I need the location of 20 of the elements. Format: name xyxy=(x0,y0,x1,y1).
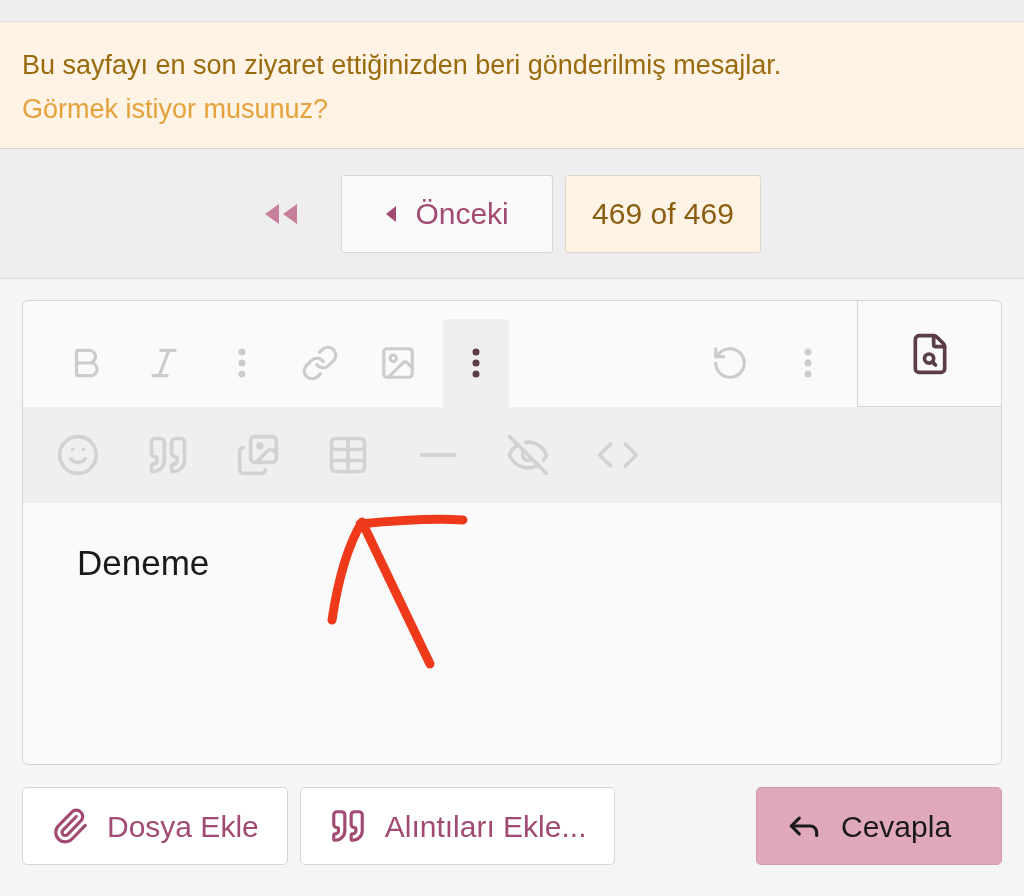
eye-off-icon xyxy=(506,433,550,477)
caret-left-icon xyxy=(385,204,398,223)
more-icon xyxy=(804,348,812,378)
image-icon xyxy=(379,344,417,382)
more-button[interactable] xyxy=(443,319,509,407)
first-page-icon[interactable] xyxy=(263,201,300,226)
media-icon xyxy=(236,433,280,477)
notice-text: Bu sayfayı en son ziyaret ettiğinizden beri gönderilmiş mesajlar. xyxy=(22,49,783,82)
link-icon xyxy=(301,344,339,382)
editor-input[interactable]: Deneme xyxy=(23,503,1001,764)
attach-file-button[interactable]: Dosya Ekle xyxy=(22,787,288,865)
more-icon xyxy=(238,348,246,378)
paperclip-icon xyxy=(51,807,89,845)
more-icon xyxy=(472,348,480,378)
previous-button[interactable]: Önceki xyxy=(341,174,554,253)
undo-icon xyxy=(711,344,749,382)
page-indicator: 469 of 469 xyxy=(565,174,761,253)
smiley-icon xyxy=(56,433,100,477)
insert-quotes-button[interactable]: Alıntıları Ekle... xyxy=(299,787,616,865)
reply-button[interactable]: Cevapla xyxy=(756,787,1002,865)
